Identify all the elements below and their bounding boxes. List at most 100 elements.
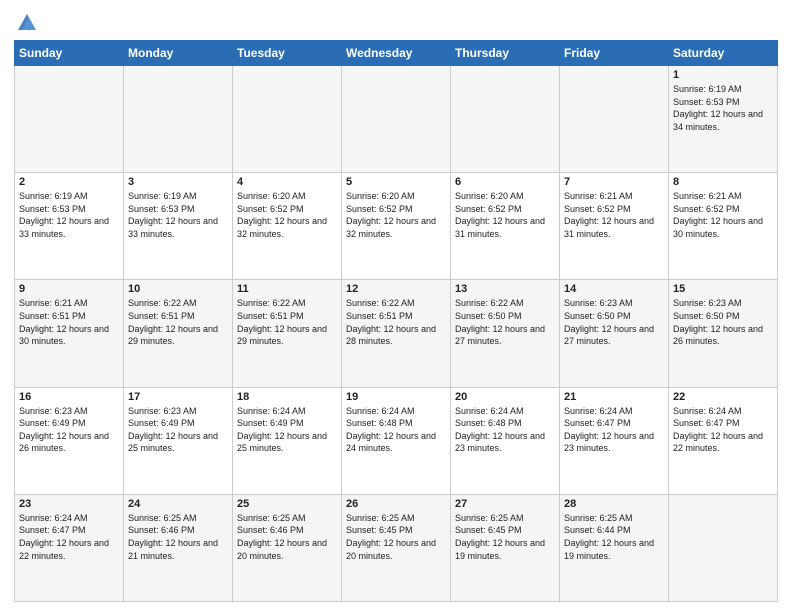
day-cell: 15 Sunrise: 6:23 AM Sunset: 6:50 PM Dayli… [669,280,778,387]
day-number: 22 [673,391,773,403]
day-number: 15 [673,283,773,295]
day-cell: 22 Sunrise: 6:24 AM Sunset: 6:47 PM Dayli… [669,387,778,494]
col-header-tuesday: Tuesday [233,41,342,66]
day-number: 12 [346,283,446,295]
day-cell: 5 Sunrise: 6:20 AM Sunset: 6:52 PM Daylig… [342,173,451,280]
day-cell: 16 Sunrise: 6:23 AM Sunset: 6:49 PM Dayli… [15,387,124,494]
logo-icon [16,12,38,34]
day-number: 3 [128,176,228,188]
col-header-thursday: Thursday [451,41,560,66]
week-row-3: 9 Sunrise: 6:21 AM Sunset: 6:51 PM Daylig… [15,280,778,387]
day-info: Sunrise: 6:20 AM Sunset: 6:52 PM Dayligh… [237,190,337,240]
day-info: Sunrise: 6:21 AM Sunset: 6:52 PM Dayligh… [564,190,664,240]
day-info: Sunrise: 6:23 AM Sunset: 6:49 PM Dayligh… [128,405,228,455]
day-cell: 9 Sunrise: 6:21 AM Sunset: 6:51 PM Daylig… [15,280,124,387]
day-info: Sunrise: 6:23 AM Sunset: 6:50 PM Dayligh… [673,297,773,347]
logo [14,14,38,34]
day-number: 6 [455,176,555,188]
day-info: Sunrise: 6:23 AM Sunset: 6:49 PM Dayligh… [19,405,119,455]
day-cell: 3 Sunrise: 6:19 AM Sunset: 6:53 PM Daylig… [124,173,233,280]
col-header-monday: Monday [124,41,233,66]
day-info: Sunrise: 6:20 AM Sunset: 6:52 PM Dayligh… [455,190,555,240]
day-cell: 17Sunrise: 6:23 AM Sunset: 6:49 PM Dayli… [124,387,233,494]
day-info: Sunrise: 6:24 AM Sunset: 6:49 PM Dayligh… [237,405,337,455]
day-info: Sunrise: 6:25 AM Sunset: 6:46 PM Dayligh… [128,512,228,562]
col-header-saturday: Saturday [669,41,778,66]
day-cell [233,66,342,173]
day-info: Sunrise: 6:22 AM Sunset: 6:51 PM Dayligh… [128,297,228,347]
week-row-5: 23Sunrise: 6:24 AM Sunset: 6:47 PM Dayli… [15,494,778,601]
day-cell [451,66,560,173]
day-cell: 10 Sunrise: 6:22 AM Sunset: 6:51 PM Dayli… [124,280,233,387]
day-info: Sunrise: 6:21 AM Sunset: 6:52 PM Dayligh… [673,190,773,240]
day-cell [669,494,778,601]
day-info: Sunrise: 6:19 AM Sunset: 6:53 PM Dayligh… [673,83,773,133]
day-info: Sunrise: 6:22 AM Sunset: 6:51 PM Dayligh… [237,297,337,347]
day-cell: 18 Sunrise: 6:24 AM Sunset: 6:49 PM Dayli… [233,387,342,494]
day-cell: 13Sunrise: 6:22 AM Sunset: 6:50 PM Dayli… [451,280,560,387]
col-header-friday: Friday [560,41,669,66]
day-cell: 26 Sunrise: 6:25 AM Sunset: 6:45 PM Dayli… [342,494,451,601]
day-number: 7 [564,176,664,188]
day-cell: 11 Sunrise: 6:22 AM Sunset: 6:51 PM Dayli… [233,280,342,387]
day-cell: 19 Sunrise: 6:24 AM Sunset: 6:48 PM Dayli… [342,387,451,494]
day-cell: 8 Sunrise: 6:21 AM Sunset: 6:52 PM Daylig… [669,173,778,280]
week-row-4: 16 Sunrise: 6:23 AM Sunset: 6:49 PM Dayli… [15,387,778,494]
day-number: 1 [673,69,773,81]
day-info: Sunrise: 6:24 AM Sunset: 6:48 PM Dayligh… [346,405,446,455]
day-number: 9 [19,283,119,295]
day-info: Sunrise: 6:25 AM Sunset: 6:45 PM Dayligh… [455,512,555,562]
day-cell: 4 Sunrise: 6:20 AM Sunset: 6:52 PM Daylig… [233,173,342,280]
day-cell: 14Sunrise: 6:23 AM Sunset: 6:50 PM Dayli… [560,280,669,387]
day-number: 5 [346,176,446,188]
day-number: 4 [237,176,337,188]
col-header-sunday: Sunday [15,41,124,66]
day-info: Sunrise: 6:19 AM Sunset: 6:53 PM Dayligh… [19,190,119,240]
day-cell: 27 Sunrise: 6:25 AM Sunset: 6:45 PM Dayli… [451,494,560,601]
day-info: Sunrise: 6:24 AM Sunset: 6:47 PM Dayligh… [673,405,773,455]
day-info: Sunrise: 6:22 AM Sunset: 6:51 PM Dayligh… [346,297,446,347]
day-cell [560,66,669,173]
day-cell [15,66,124,173]
calendar-header-row: SundayMondayTuesdayWednesdayThursdayFrid… [15,41,778,66]
day-number: 27 [455,498,555,510]
week-row-1: 1 Sunrise: 6:19 AM Sunset: 6:53 PM Daylig… [15,66,778,173]
day-number: 19 [346,391,446,403]
day-number: 10 [128,283,228,295]
header [14,10,778,34]
day-number: 11 [237,283,337,295]
col-header-wednesday: Wednesday [342,41,451,66]
day-number: 25 [237,498,337,510]
day-number: 14 [564,283,664,295]
week-row-2: 2Sunrise: 6:19 AM Sunset: 6:53 PM Daylig… [15,173,778,280]
day-number: 18 [237,391,337,403]
day-info: Sunrise: 6:21 AM Sunset: 6:51 PM Dayligh… [19,297,119,347]
day-cell: 28 Sunrise: 6:25 AM Sunset: 6:44 PM Dayli… [560,494,669,601]
day-cell: 20 Sunrise: 6:24 AM Sunset: 6:48 PM Dayli… [451,387,560,494]
day-info: Sunrise: 6:24 AM Sunset: 6:47 PM Dayligh… [564,405,664,455]
day-cell: 1 Sunrise: 6:19 AM Sunset: 6:53 PM Daylig… [669,66,778,173]
day-number: 20 [455,391,555,403]
page: SundayMondayTuesdayWednesdayThursdayFrid… [0,0,792,612]
day-cell: 6 Sunrise: 6:20 AM Sunset: 6:52 PM Daylig… [451,173,560,280]
day-cell: 2Sunrise: 6:19 AM Sunset: 6:53 PM Daylig… [15,173,124,280]
day-number: 21 [564,391,664,403]
day-info: Sunrise: 6:20 AM Sunset: 6:52 PM Dayligh… [346,190,446,240]
day-cell: 12 Sunrise: 6:22 AM Sunset: 6:51 PM Dayli… [342,280,451,387]
day-info: Sunrise: 6:25 AM Sunset: 6:45 PM Dayligh… [346,512,446,562]
day-info: Sunrise: 6:24 AM Sunset: 6:48 PM Dayligh… [455,405,555,455]
day-number: 28 [564,498,664,510]
day-number: 24 [128,498,228,510]
day-info: Sunrise: 6:25 AM Sunset: 6:44 PM Dayligh… [564,512,664,562]
day-number: 8 [673,176,773,188]
day-info: Sunrise: 6:19 AM Sunset: 6:53 PM Dayligh… [128,190,228,240]
day-number: 13 [455,283,555,295]
day-cell [124,66,233,173]
day-cell: 21 Sunrise: 6:24 AM Sunset: 6:47 PM Dayli… [560,387,669,494]
day-cell: 24 Sunrise: 6:25 AM Sunset: 6:46 PM Dayli… [124,494,233,601]
day-number: 23 [19,498,119,510]
day-number: 26 [346,498,446,510]
day-number: 16 [19,391,119,403]
calendar-table: SundayMondayTuesdayWednesdayThursdayFrid… [14,40,778,602]
day-cell: 7 Sunrise: 6:21 AM Sunset: 6:52 PM Daylig… [560,173,669,280]
